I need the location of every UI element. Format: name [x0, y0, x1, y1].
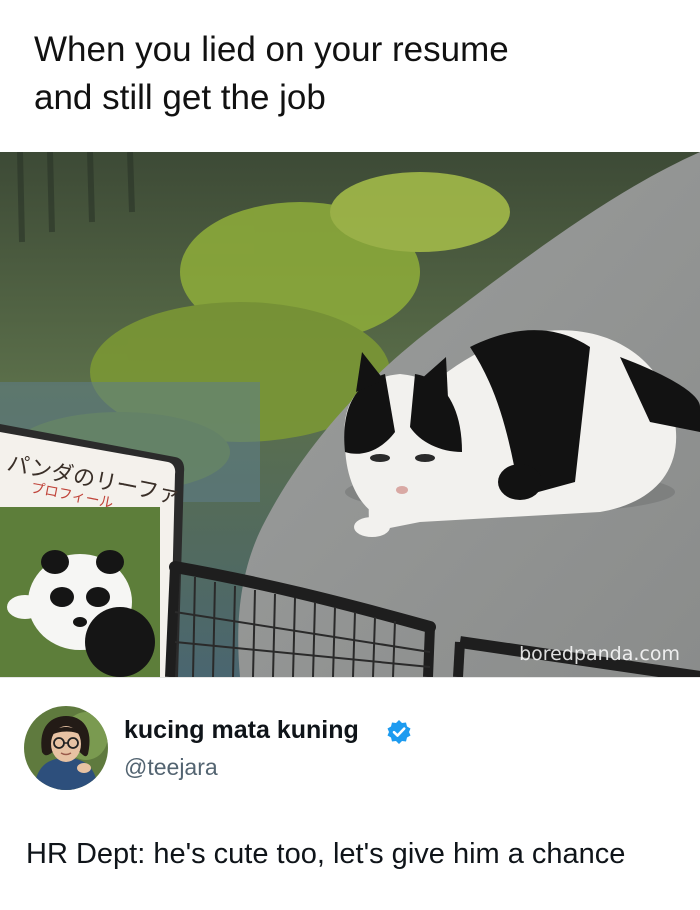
meme-caption: When you lied on your resume and still g…	[34, 26, 674, 122]
display-name[interactable]: kucing mata kuning	[124, 716, 359, 745]
meme-caption-line-1: When you lied on your resume	[34, 30, 509, 69]
watermark: boredpanda.com	[519, 643, 680, 665]
meme-caption-line-2: and still get the job	[34, 78, 326, 117]
tweet-text: HR Dept: he's cute too, let's give him a…	[26, 838, 626, 870]
handle[interactable]: @teejara	[124, 754, 218, 781]
verified-badge-icon	[386, 719, 412, 745]
meme-photo: パンダのリーファ プロフィール boredpanda.com	[0, 152, 700, 677]
divider	[0, 677, 700, 678]
avatar[interactable]	[24, 706, 108, 790]
